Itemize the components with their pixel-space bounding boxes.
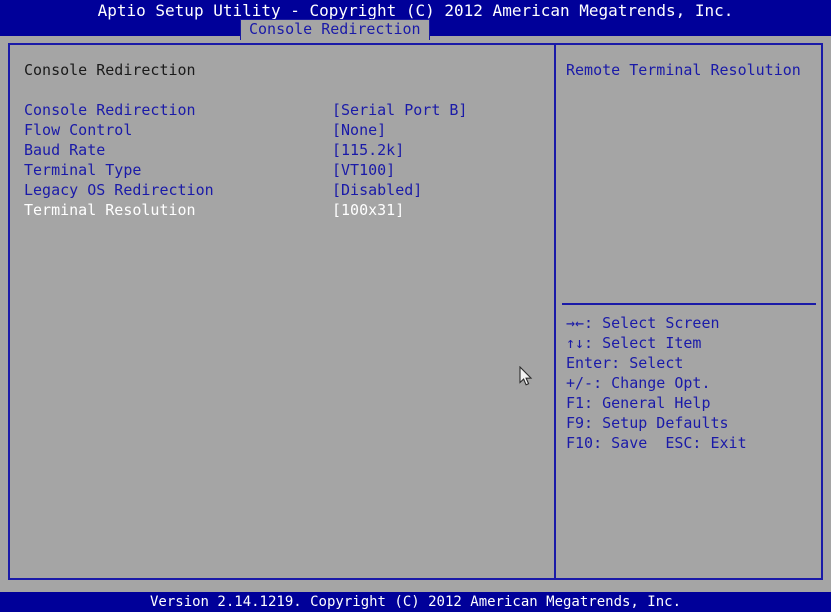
- key-legend-item: F9: Setup Defaults: [566, 414, 729, 432]
- setting-row[interactable]: Console Redirection [Serial Port B]: [10, 100, 554, 120]
- page-title: Console Redirection: [24, 61, 196, 79]
- setting-value[interactable]: [None]: [332, 120, 386, 140]
- key-legend-item: Enter: Select: [566, 354, 684, 372]
- setting-row[interactable]: Legacy OS Redirection [Disabled]: [10, 180, 554, 200]
- setting-value[interactable]: [Serial Port B]: [332, 100, 467, 120]
- tab-console-redirection[interactable]: Console Redirection: [240, 19, 430, 40]
- help-divider: [562, 303, 816, 305]
- status-bar: Version 2.14.1219. Copyright (C) 2012 Am…: [0, 592, 831, 612]
- setting-row[interactable]: Terminal Resolution [100x31]: [10, 200, 554, 220]
- key-legend-item: F1: General Help: [566, 394, 711, 412]
- key-legend-item: →←: Select Screen: [566, 314, 720, 332]
- settings-column: Console Redirection Console Redirection […: [10, 45, 554, 578]
- setting-label: Console Redirection: [24, 101, 196, 119]
- setting-row[interactable]: Baud Rate [115.2k]: [10, 140, 554, 160]
- setting-label: Terminal Type: [24, 161, 142, 179]
- main-panel: Console Redirection Console Redirection […: [8, 43, 823, 580]
- help-description: Remote Terminal Resolution: [566, 61, 801, 79]
- help-column: Remote Terminal Resolution →←: Select Sc…: [556, 45, 821, 578]
- footer-spacer: [0, 580, 831, 592]
- bios-setup-screen: Aptio Setup Utility - Copyright (C) 2012…: [0, 0, 831, 612]
- setting-label: Terminal Resolution: [24, 201, 196, 219]
- setting-value[interactable]: [Disabled]: [332, 180, 422, 200]
- key-legend-item: F10: Save ESC: Exit: [566, 434, 747, 452]
- key-legend-item: ↑↓: Select Item: [566, 334, 702, 352]
- setting-row[interactable]: Flow Control [None]: [10, 120, 554, 140]
- setting-label: Baud Rate: [24, 141, 106, 159]
- setting-label: Legacy OS Redirection: [24, 181, 214, 199]
- setting-value[interactable]: [115.2k]: [332, 140, 404, 160]
- settings-list: Console Redirection [Serial Port B] Flow C…: [10, 100, 554, 220]
- key-legend-item: +/-: Change Opt.: [566, 374, 711, 392]
- setting-row[interactable]: Terminal Type [VT100]: [10, 160, 554, 180]
- setting-label: Flow Control: [24, 121, 133, 139]
- version-text: Version 2.14.1219. Copyright (C) 2012 Am…: [149, 594, 681, 610]
- application-title: Aptio Setup Utility - Copyright (C) 2012…: [97, 1, 734, 20]
- setting-value[interactable]: [100x31]: [332, 200, 404, 220]
- key-legend: →←: Select Screen ↑↓: Select Item Enter: S…: [566, 313, 821, 453]
- setting-value[interactable]: [VT100]: [332, 160, 395, 180]
